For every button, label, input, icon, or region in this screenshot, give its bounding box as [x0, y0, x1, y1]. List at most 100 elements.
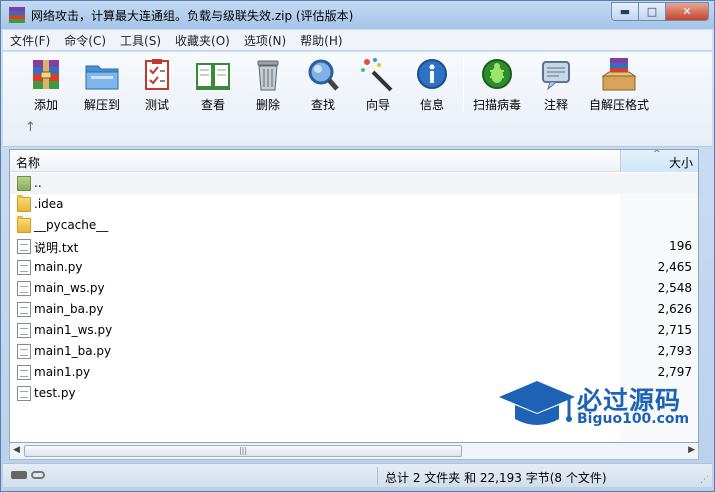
file-icon [17, 386, 31, 401]
delete-trash-icon [249, 56, 287, 94]
minimize-button[interactable]: ▬ [611, 2, 638, 21]
key-icon[interactable] [31, 471, 45, 479]
file-size: 2,465 [657, 260, 692, 274]
file-name: main_ba.py [34, 302, 104, 316]
parent-folder-icon [17, 176, 31, 191]
virus-scan-icon [478, 56, 516, 94]
scroll-left-arrow[interactable]: ◀ [13, 445, 20, 455]
virus-scan-button[interactable]: 扫描病毒 [470, 56, 524, 113]
toolbar: 添加 解压到 测试 查看 删除 查找 向导 信息 扫描病毒 注释 自解压格式 ↑ [3, 52, 712, 147]
sfx-button[interactable]: 自解压格式 [589, 56, 650, 113]
watermark-logo: 必过源码 Biguo100.com [497, 377, 702, 433]
list-item[interactable]: .. [10, 173, 698, 194]
add-archive-icon [27, 56, 65, 94]
info-icon [413, 56, 451, 94]
delete-button[interactable]: 删除 [241, 56, 295, 113]
menu-help[interactable]: 帮助(H) [293, 32, 349, 49]
add-button[interactable]: 添加 [19, 56, 73, 113]
wizard-button[interactable]: 向导 [351, 56, 405, 113]
sort-ascending-icon: ^ [653, 149, 661, 159]
comment-label: 注释 [543, 98, 568, 112]
find-label: 查找 [310, 98, 335, 112]
test-label: 测试 [144, 98, 169, 112]
info-label: 信息 [419, 98, 444, 112]
find-magnifier-icon [304, 56, 342, 94]
window-title: 网络攻击，计算最大连通组。负载与级联失效.zip (评估版本) [31, 8, 354, 23]
list-item[interactable]: main1_ba.py 2,793 [10, 341, 698, 362]
text-file-icon [17, 239, 31, 254]
extract-to-label: 解压到 [83, 98, 120, 112]
file-size: 2,715 [657, 323, 692, 337]
test-button[interactable]: 测试 [130, 56, 184, 113]
info-button[interactable]: 信息 [405, 56, 459, 113]
list-item[interactable]: main.py 2,465 [10, 257, 698, 278]
status-bar: 总计 2 文件夹 和 22,193 字节(8 个文件) ⋰ [3, 463, 712, 487]
title-bar[interactable]: 网络攻击，计算最大连通组。负载与级联失效.zip (评估版本) ▬ □ ✕ [1, 1, 714, 29]
comment-button[interactable]: 注释 [529, 56, 583, 113]
view-button[interactable]: 查看 [186, 56, 240, 113]
list-header: 名称 ^ 大小 [10, 150, 698, 172]
winrar-app-icon [9, 7, 25, 23]
sfx-label: 自解压格式 [589, 98, 650, 112]
file-name: test.py [34, 386, 76, 400]
winrar-window: 网络攻击，计算最大连通组。负载与级联失效.zip (评估版本) ▬ □ ✕ 文件… [0, 0, 715, 492]
file-icon [17, 323, 31, 338]
file-size: 2,626 [657, 302, 692, 316]
column-header-size[interactable]: ^ 大小 [620, 150, 698, 172]
list-item[interactable]: main_ws.py 2,548 [10, 278, 698, 299]
file-size: 2,548 [657, 281, 692, 295]
menu-bar: 文件(F) 命令(C) 工具(S) 收藏夹(O) 选项(N) 帮助(H) [3, 30, 712, 51]
file-icon [17, 365, 31, 380]
maximize-button[interactable]: □ [638, 2, 665, 21]
list-item[interactable]: __pycache__ [10, 215, 698, 236]
column-header-name[interactable]: 名称 [16, 154, 40, 171]
file-size: 196 [669, 239, 692, 253]
sfx-archive-icon [600, 56, 638, 94]
view-book-icon [194, 56, 232, 94]
comment-icon [537, 56, 575, 94]
file-name: main1_ba.py [34, 344, 112, 358]
list-item[interactable]: main1_ws.py 2,715 [10, 320, 698, 341]
find-button[interactable]: 查找 [296, 56, 350, 113]
scroll-right-arrow[interactable]: ▶ [688, 445, 695, 455]
graduation-cap-icon [499, 381, 575, 425]
column-header-size-label: 大小 [668, 156, 693, 170]
file-icon [17, 302, 31, 317]
file-icon [17, 344, 31, 359]
file-name: main1_ws.py [34, 323, 113, 337]
menu-tools[interactable]: 工具(S) [113, 32, 168, 49]
folder-icon [17, 195, 31, 212]
view-label: 查看 [200, 98, 225, 112]
scroll-thumb[interactable]: ||| [24, 445, 462, 457]
menu-file[interactable]: 文件(F) [3, 32, 57, 49]
virus-scan-label: 扫描病毒 [472, 98, 521, 112]
menu-options[interactable]: 选项(N) [237, 32, 293, 49]
status-separator [377, 467, 378, 485]
horizontal-scrollbar[interactable]: ◀ ||| ▶ [9, 443, 699, 460]
extract-to-button[interactable]: 解压到 [75, 56, 129, 113]
file-size: 2,793 [657, 344, 692, 358]
list-item[interactable]: main_ba.py 2,626 [10, 299, 698, 320]
list-item[interactable]: 说明.txt 196 [10, 236, 698, 257]
file-name: __pycache__ [34, 218, 109, 232]
drive-icon[interactable] [11, 471, 27, 479]
wizard-wand-icon [359, 56, 397, 94]
folder-icon [17, 216, 31, 233]
file-name: main_ws.py [34, 281, 105, 295]
close-button[interactable]: ✕ [665, 2, 709, 21]
extract-folder-icon [83, 56, 121, 94]
status-icons [11, 469, 51, 481]
file-name: main1.py [34, 365, 91, 379]
file-icon [17, 281, 31, 296]
file-icon [17, 260, 31, 275]
add-label: 添加 [33, 98, 58, 112]
resize-grip[interactable]: ⋰ [700, 475, 709, 485]
menu-commands[interactable]: 命令(C) [57, 32, 113, 49]
menu-favorites[interactable]: 收藏夹(O) [168, 32, 237, 49]
file-name: main.py [34, 260, 83, 274]
list-item[interactable]: .idea [10, 194, 698, 215]
file-name: 说明.txt [34, 241, 79, 255]
delete-label: 删除 [255, 98, 280, 112]
up-folder-button[interactable]: ↑ [25, 120, 36, 135]
file-name: .. [34, 176, 42, 190]
